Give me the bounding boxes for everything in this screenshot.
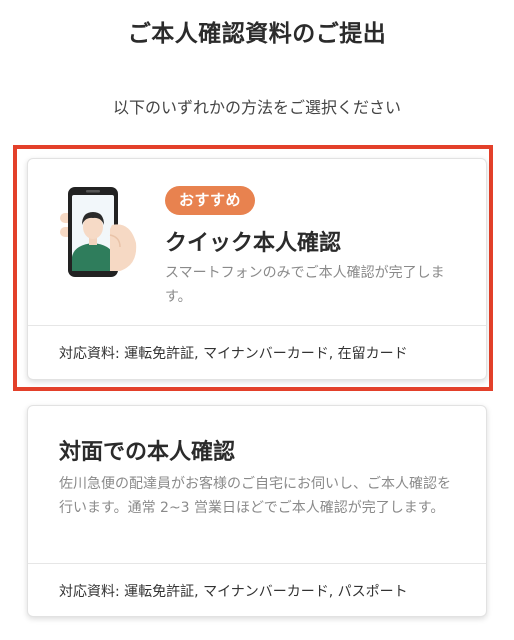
page: ご本人確認資料のご提出 以下のいずれかの方法をご選択ください おすすめ クイック… xyxy=(0,0,514,640)
face-to-face-verification-title: 対面での本人確認 xyxy=(59,440,236,465)
face-to-face-verification-card[interactable]: 対面での本人確認 佐川急便の配達員がお客様のご自宅にお伺いし、ご本人確認を行いま… xyxy=(27,405,487,617)
face-to-face-verification-description: 佐川急便の配達員がお客様のご自宅にお伺いし、ご本人確認を行います。通常 2~3 … xyxy=(59,476,451,516)
recommended-badge: おすすめ xyxy=(165,186,256,215)
smartphone-selfie-icon xyxy=(60,187,137,277)
face-to-face-verification-documents: 対応資料: 運転免許証, マイナンバーカード, パスポート xyxy=(28,563,486,616)
quick-verification-card[interactable]: おすすめ クイック本人確認 スマートフォンのみでご本人確認が完了します。 対応資… xyxy=(27,158,487,380)
quick-verification-documents: 対応資料: 運転免許証, マイナンバーカード, 在留カード xyxy=(28,325,486,379)
face-to-face-verification-body: 対面での本人確認 佐川急便の配達員がお客様のご自宅にお伺いし、ご本人確認を行いま… xyxy=(28,406,486,563)
quick-verification-description: スマートフォンのみでご本人確認が完了します。 xyxy=(165,265,445,305)
quick-verification-body: おすすめ クイック本人確認 スマートフォンのみでご本人確認が完了します。 xyxy=(28,159,486,325)
quick-verification-title: クイック本人確認 xyxy=(165,231,342,256)
page-subtitle: 以下のいずれかの方法をご選択ください xyxy=(112,98,401,117)
page-title: ご本人確認資料のご提出 xyxy=(127,21,387,47)
